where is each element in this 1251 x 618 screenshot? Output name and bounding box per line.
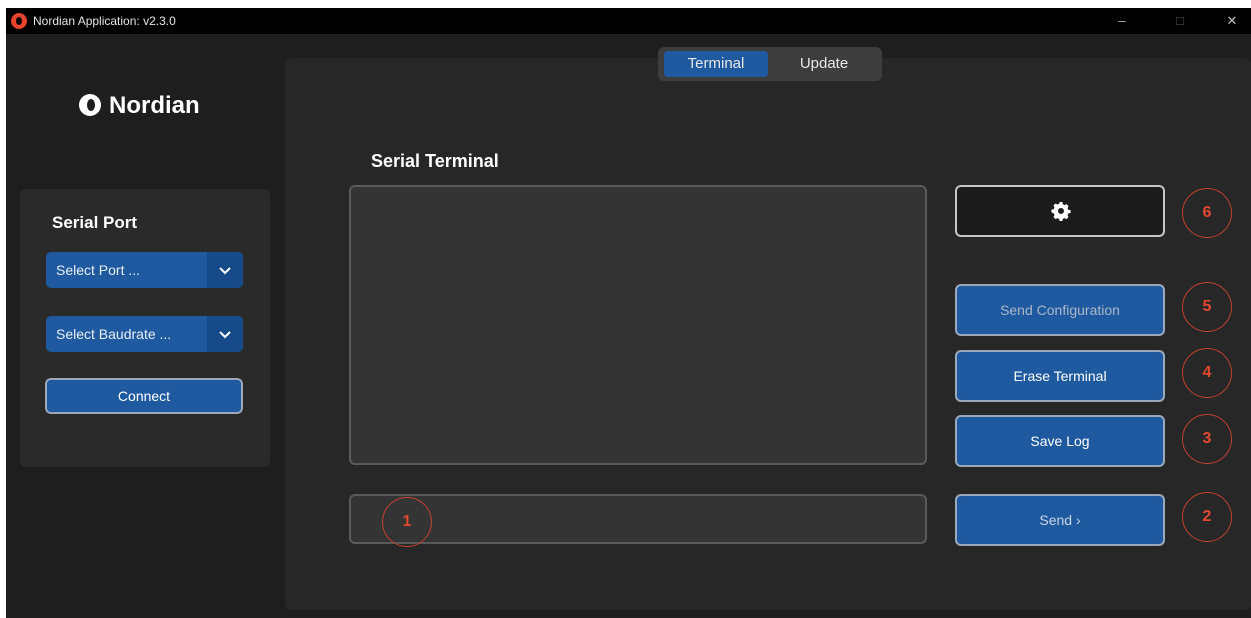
- serial-port-title: Serial Port: [52, 213, 138, 232]
- annotation-marker-5: 5: [1182, 282, 1232, 332]
- baudrate-select[interactable]: Select Baudrate ...: [46, 316, 243, 352]
- window-title: Nordian Application: v2.3.0: [33, 14, 176, 28]
- terminal-output[interactable]: [349, 185, 927, 465]
- logo-text: Nordian: [109, 92, 200, 119]
- chevron-down-icon[interactable]: [207, 316, 243, 352]
- tab-terminal[interactable]: Terminal: [664, 51, 768, 77]
- app-icon: [11, 13, 27, 29]
- close-button[interactable]: ✕: [1212, 10, 1251, 32]
- annotation-marker-2: 2: [1182, 492, 1232, 542]
- port-select[interactable]: Select Port ...: [46, 252, 243, 288]
- connect-button[interactable]: Connect: [45, 378, 243, 414]
- port-select-value: Select Port ...: [56, 262, 141, 278]
- tab-update[interactable]: Update: [772, 51, 876, 77]
- annotation-marker-3: 3: [1182, 414, 1232, 464]
- gear-icon: [1051, 201, 1071, 222]
- logo-icon: [79, 94, 101, 116]
- serial-port-panel: Serial Port Select Port ... Select Baudr…: [20, 189, 270, 467]
- title-bar: Nordian Application: v2.3.0 – □ ✕: [6, 8, 1251, 34]
- maximize-button[interactable]: □: [1160, 10, 1200, 32]
- command-input[interactable]: [349, 494, 927, 544]
- annotation-marker-1: 1: [382, 497, 432, 547]
- send-button[interactable]: Send ›: [955, 494, 1165, 546]
- minimize-button[interactable]: –: [1102, 10, 1142, 32]
- app-window: Nordian Application: v2.3.0 – □ ✕ Nordia…: [6, 8, 1251, 618]
- annotation-marker-6: 6: [1182, 188, 1232, 238]
- tab-bar: Terminal Update: [658, 47, 882, 81]
- settings-button[interactable]: [955, 185, 1165, 237]
- send-configuration-button[interactable]: Send Configuration: [955, 284, 1165, 336]
- baudrate-select-value: Select Baudrate ...: [56, 326, 172, 342]
- chevron-down-icon[interactable]: [207, 252, 243, 288]
- annotation-marker-4: 4: [1182, 348, 1232, 398]
- save-log-button[interactable]: Save Log: [955, 415, 1165, 467]
- erase-terminal-button[interactable]: Erase Terminal: [955, 350, 1165, 402]
- serial-terminal-title: Serial Terminal: [371, 151, 499, 171]
